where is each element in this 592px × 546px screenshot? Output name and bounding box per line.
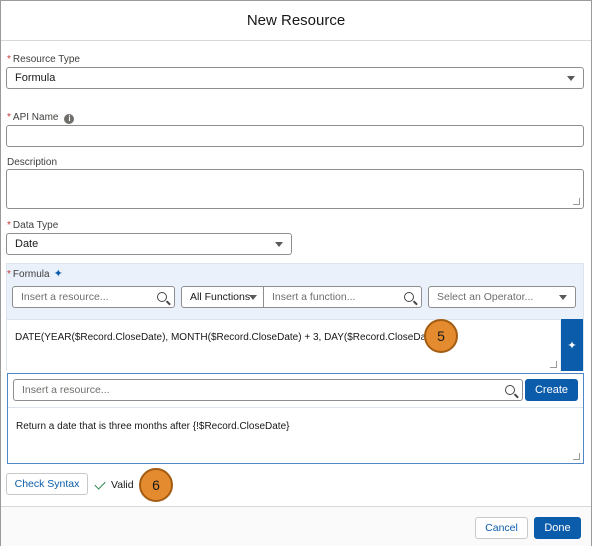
resource-type-select[interactable]: Formula (6, 67, 584, 89)
resize-handle[interactable] (550, 361, 557, 368)
formula-label: * Formula ✦ (7, 268, 63, 280)
checkmark-icon (94, 477, 106, 490)
formula-expression: DATE(YEAR($Record.CloseDate), MONTH($Rec… (15, 332, 442, 343)
check-syntax-button[interactable]: Check Syntax (6, 473, 88, 495)
operator-select[interactable]: Select an Operator... (428, 286, 576, 308)
syntax-status-text: Valid (111, 479, 134, 491)
required-marker: * (7, 54, 11, 65)
api-name-input[interactable] (6, 125, 584, 147)
description-label: Description (7, 157, 58, 168)
modal-header: New Resource (1, 1, 591, 41)
resource-type-value: Formula (15, 72, 56, 84)
resize-handle[interactable] (573, 198, 580, 205)
done-button[interactable]: Done (534, 517, 581, 539)
search-icon (505, 385, 515, 395)
description-textarea[interactable] (6, 169, 584, 209)
chevron-down-icon (275, 242, 283, 247)
new-resource-modal: New Resource * Resource Type Formula * API… (0, 0, 592, 546)
api-name-label: * API Name i (7, 112, 75, 124)
function-search-input[interactable]: Insert a function... (264, 287, 421, 307)
assistant-resource-search[interactable]: Insert a resource... (13, 379, 523, 401)
formula-assistant-panel: Insert a resource... Create Return a dat… (7, 373, 584, 464)
modal-footer: Cancel Done (1, 506, 591, 546)
step-callout-6: 6 (139, 468, 173, 502)
divider (8, 407, 583, 408)
data-type-select[interactable]: Date (6, 233, 292, 255)
data-type-label: * Data Type (7, 220, 59, 231)
info-icon[interactable]: i (64, 114, 75, 124)
cancel-button[interactable]: Cancel (475, 517, 528, 539)
formula-assistant-toggle[interactable]: ✦ (561, 319, 583, 371)
function-filter-select[interactable]: All Functions (182, 287, 264, 307)
step-callout-5: 5 (424, 319, 458, 353)
modal-title: New Resource (246, 12, 346, 29)
function-picker: All Functions Insert a function... (181, 286, 422, 308)
search-icon (404, 292, 414, 302)
chevron-down-icon (249, 295, 257, 300)
formula-editor[interactable]: DATE(YEAR($Record.CloseDate), MONTH($Rec… (7, 319, 560, 371)
sparkle-icon: ✦ (567, 339, 577, 352)
assistant-prompt-text: Return a date that is three months after… (16, 421, 290, 432)
chevron-down-icon (567, 76, 575, 81)
sparkle-icon: ✦ (53, 268, 63, 280)
data-type-value: Date (15, 238, 39, 250)
formula-resource-search[interactable]: Insert a resource... (12, 286, 175, 308)
search-icon (157, 292, 167, 302)
resource-type-label: * Resource Type (7, 54, 80, 65)
create-button[interactable]: Create (525, 379, 578, 401)
required-marker: * (7, 112, 11, 123)
resize-handle[interactable] (573, 453, 580, 460)
required-marker: * (7, 220, 11, 231)
syntax-status: Valid (94, 477, 134, 491)
required-marker: * (7, 269, 11, 280)
chevron-down-icon (559, 295, 567, 300)
